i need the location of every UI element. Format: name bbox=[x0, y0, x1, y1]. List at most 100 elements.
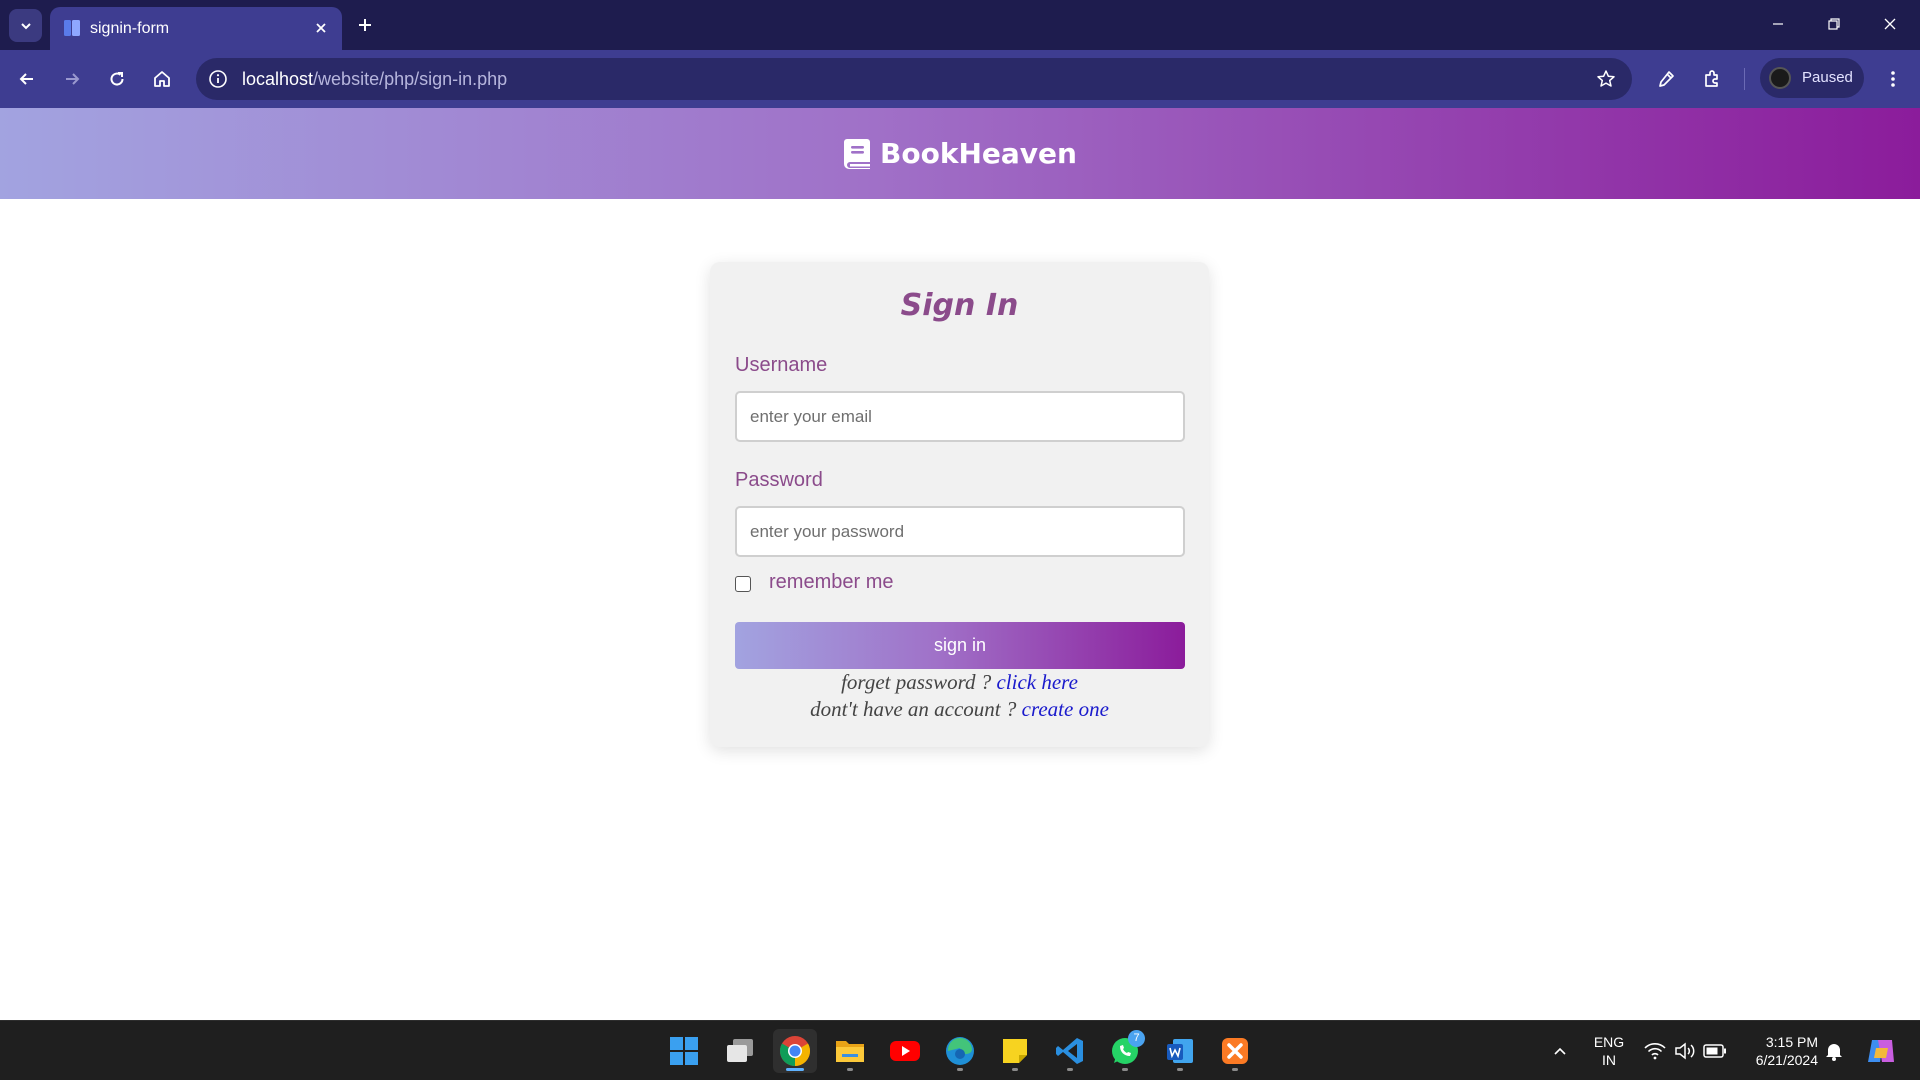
password-label: Password bbox=[735, 469, 823, 491]
battery-status[interactable] bbox=[1703, 1039, 1727, 1063]
wifi-icon bbox=[1644, 1043, 1666, 1060]
taskbar: 7 ENG IN 3:15 PM 6/21/2024 bbox=[0, 1020, 1920, 1080]
taskbar-youtube[interactable] bbox=[883, 1029, 927, 1073]
folder-icon bbox=[836, 1041, 864, 1062]
minimize-icon bbox=[1773, 23, 1783, 25]
wifi-status[interactable] bbox=[1643, 1039, 1667, 1063]
star-icon bbox=[1597, 70, 1615, 87]
username-input[interactable] bbox=[735, 391, 1185, 442]
url-path: /website/php/sign-in.php bbox=[313, 69, 508, 89]
create-account-link[interactable]: create one bbox=[1022, 697, 1109, 721]
minimize-button[interactable] bbox=[1758, 8, 1798, 40]
taskbar-word[interactable] bbox=[1158, 1029, 1202, 1073]
speaker-icon bbox=[1675, 1042, 1695, 1060]
running-indicator bbox=[1232, 1068, 1238, 1071]
battery-icon bbox=[1703, 1044, 1726, 1058]
taskbar-whatsapp[interactable]: 7 bbox=[1103, 1029, 1147, 1073]
chevron-up-icon bbox=[1554, 1047, 1566, 1055]
forgot-password-text: forget password ? bbox=[841, 670, 997, 694]
notification-badge: 7 bbox=[1128, 1030, 1145, 1047]
restore-icon bbox=[1828, 18, 1840, 30]
site-info-icon bbox=[209, 70, 227, 88]
new-tab-button[interactable] bbox=[352, 12, 378, 38]
tab-signin-form[interactable]: signin-form bbox=[50, 7, 342, 50]
username-label: Username bbox=[735, 354, 828, 376]
sticky-notes-icon bbox=[1003, 1039, 1027, 1063]
extensions-button[interactable] bbox=[1695, 62, 1729, 96]
clock-time: 3:15 PM bbox=[1765, 1034, 1818, 1050]
forgot-password-link[interactable]: click here bbox=[996, 670, 1077, 694]
task-view-button[interactable] bbox=[718, 1029, 762, 1073]
brand-name: BookHeaven bbox=[880, 137, 1077, 170]
word-icon bbox=[1167, 1039, 1193, 1063]
taskbar-vscode[interactable] bbox=[1048, 1029, 1092, 1073]
task-view-icon bbox=[727, 1039, 753, 1062]
home-icon bbox=[154, 71, 170, 87]
taskbar-sticky-notes[interactable] bbox=[993, 1029, 1037, 1073]
tab-list-button[interactable] bbox=[9, 9, 42, 42]
extensions-icon bbox=[1705, 70, 1718, 87]
back-arrow-icon bbox=[19, 73, 33, 85]
sign-in-button[interactable]: sign in bbox=[735, 622, 1185, 669]
browser-toolbar: localhost/website/php/sign-in.php Paused bbox=[0, 50, 1920, 108]
show-hidden-icons-button[interactable] bbox=[1548, 1039, 1572, 1063]
remember-me-checkbox[interactable] bbox=[735, 576, 751, 592]
xampp-icon bbox=[1222, 1038, 1248, 1064]
forgot-password-line: forget password ? click here bbox=[710, 670, 1209, 695]
signup-line: dont't have an account ? create one bbox=[710, 697, 1209, 722]
site-info-button[interactable] bbox=[206, 67, 230, 91]
clock[interactable]: 3:15 PM 6/21/2024 bbox=[1742, 1033, 1818, 1069]
reload-button[interactable] bbox=[100, 62, 134, 96]
forward-button[interactable] bbox=[55, 62, 89, 96]
book-icon bbox=[844, 138, 871, 169]
page-title: Sign In bbox=[900, 288, 1019, 323]
restore-button[interactable] bbox=[1814, 8, 1854, 40]
plus-icon bbox=[359, 19, 371, 31]
password-input[interactable] bbox=[735, 506, 1185, 557]
running-indicator bbox=[957, 1068, 963, 1071]
taskbar-file-explorer[interactable] bbox=[828, 1029, 872, 1073]
brand-logo[interactable]: BookHeaven bbox=[843, 137, 1077, 170]
region-code: IN bbox=[1602, 1052, 1616, 1068]
running-indicator bbox=[1177, 1068, 1183, 1071]
tab-list-icon bbox=[20, 22, 31, 29]
vscode-icon bbox=[1056, 1038, 1083, 1064]
eyedropper-icon bbox=[1659, 71, 1674, 87]
address-bar[interactable]: localhost/website/php/sign-in.php bbox=[196, 58, 1632, 100]
running-indicator bbox=[1122, 1068, 1128, 1071]
avatar bbox=[1769, 67, 1791, 89]
taskbar-chrome[interactable] bbox=[773, 1029, 817, 1073]
volume-control[interactable] bbox=[1673, 1039, 1697, 1063]
eyedropper-button[interactable] bbox=[1649, 62, 1683, 96]
running-indicator bbox=[1012, 1068, 1018, 1071]
youtube-icon bbox=[890, 1041, 920, 1061]
profile-status: Paused bbox=[1802, 69, 1853, 86]
tab-title: signin-form bbox=[90, 20, 170, 37]
remember-me-label[interactable]: remember me bbox=[769, 571, 893, 594]
browser-tabstrip: signin-form bbox=[0, 0, 1920, 50]
profile-button[interactable]: Paused bbox=[1760, 58, 1864, 98]
copilot-icon bbox=[1868, 1040, 1894, 1062]
notifications-button[interactable] bbox=[1822, 1039, 1846, 1063]
window-close-button[interactable] bbox=[1870, 8, 1910, 40]
clock-date: 6/21/2024 bbox=[1755, 1052, 1818, 1068]
language-indicator[interactable]: ENG IN bbox=[1591, 1033, 1627, 1069]
tab-close-button[interactable] bbox=[312, 19, 330, 37]
back-button[interactable] bbox=[10, 62, 44, 96]
taskbar-xampp[interactable] bbox=[1213, 1029, 1257, 1073]
taskbar-edge[interactable] bbox=[938, 1029, 982, 1073]
browser-menu-button[interactable] bbox=[1876, 62, 1910, 96]
url-host: localhost bbox=[242, 69, 314, 89]
more-vertical-icon bbox=[1891, 71, 1895, 87]
copilot-button[interactable] bbox=[1866, 1036, 1896, 1066]
home-button[interactable] bbox=[145, 62, 179, 96]
bell-icon bbox=[1826, 1044, 1842, 1061]
chrome-icon bbox=[779, 1036, 811, 1066]
site-header: BookHeaven bbox=[0, 108, 1920, 199]
signup-text: dont't have an account ? bbox=[810, 697, 1022, 721]
toolbar-separator bbox=[1744, 68, 1745, 90]
bookmark-button[interactable] bbox=[1594, 67, 1618, 91]
favicon-book-icon bbox=[64, 20, 80, 36]
forward-arrow-icon bbox=[66, 73, 80, 85]
start-button[interactable] bbox=[662, 1029, 706, 1073]
